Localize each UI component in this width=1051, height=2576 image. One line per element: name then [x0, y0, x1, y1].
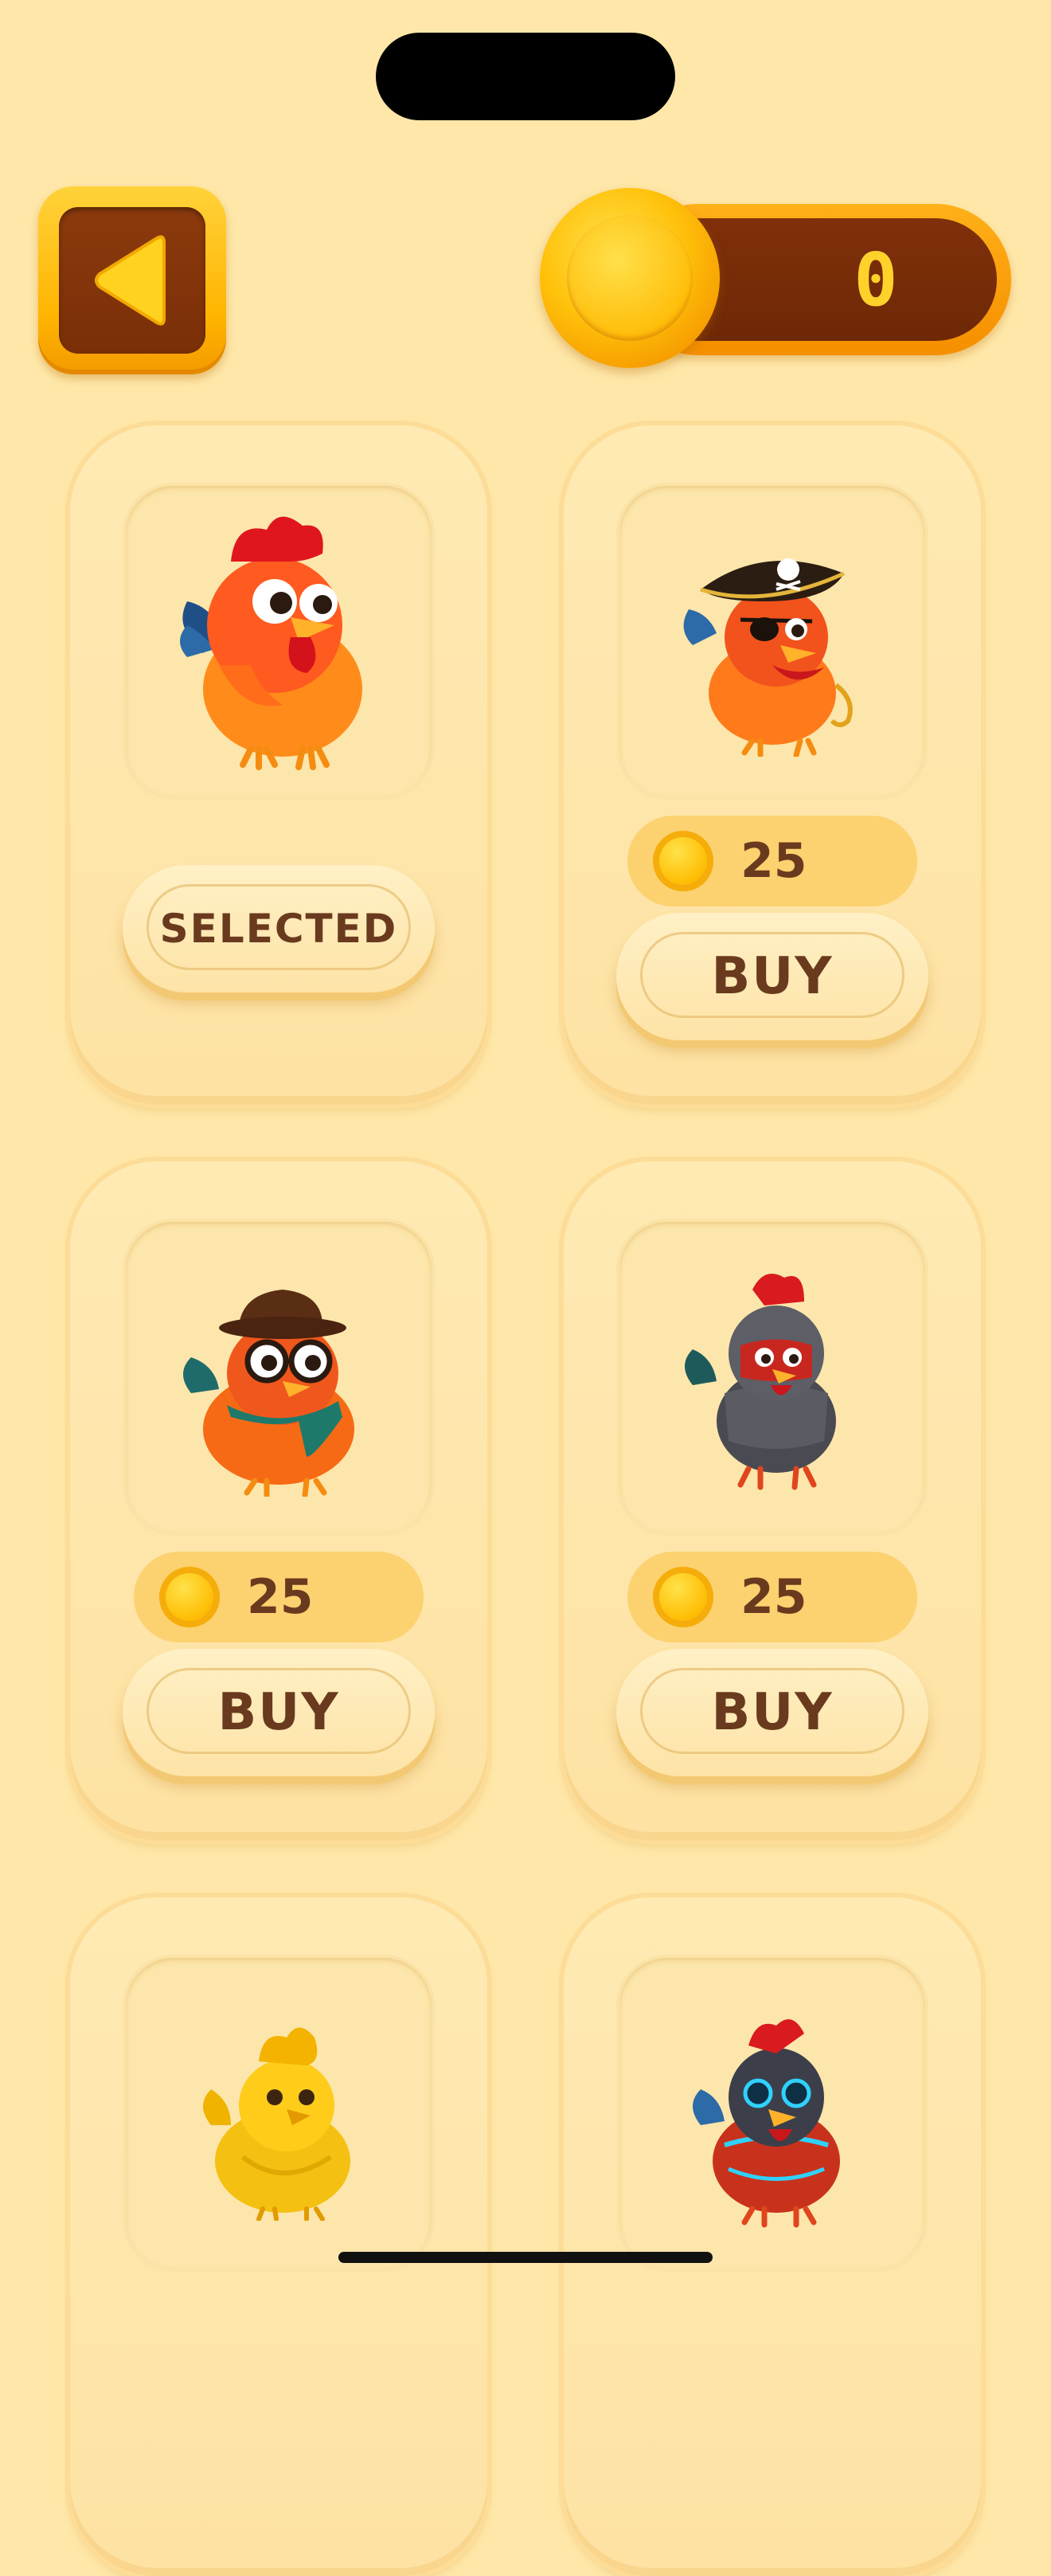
- coin-icon: [653, 1567, 713, 1627]
- chicken-portrait-frame: [126, 1958, 432, 2269]
- selected-button-label: SELECTED: [159, 906, 398, 952]
- robot-chicken-icon: [693, 2019, 840, 2228]
- shop-card-golden-chicken[interactable]: [70, 1897, 487, 2576]
- chicken-portrait-frame: [126, 1222, 432, 1533]
- knight-chicken-icon: [685, 1274, 836, 1490]
- home-indicator: [338, 2252, 713, 2263]
- price-tag: 25: [134, 1552, 424, 1642]
- pirate-chicken-icon: [683, 558, 853, 757]
- selected-button[interactable]: SELECTED: [123, 865, 435, 992]
- price-tag: 25: [627, 1552, 917, 1642]
- shop-card-professor-chicken[interactable]: 25 BUY: [70, 1161, 487, 1840]
- chicken-portrait-frame: [619, 1958, 925, 2269]
- coin-icon: [653, 831, 713, 891]
- buy-button-label: BUY: [711, 1683, 834, 1742]
- buy-button-label: BUY: [217, 1683, 340, 1742]
- coin-icon: [540, 188, 720, 368]
- chicken-portrait-frame: [619, 1222, 925, 1533]
- chicken-portrait-frame: [619, 486, 925, 797]
- back-button-face: [59, 207, 205, 354]
- price-tag: 25: [627, 816, 917, 906]
- buy-button[interactable]: BUY: [123, 1649, 435, 1776]
- coin-icon: [159, 1567, 220, 1627]
- back-triangle-icon: [95, 235, 166, 326]
- price-value: 25: [740, 1569, 807, 1625]
- price-value: 25: [247, 1569, 314, 1625]
- golden-chicken-icon: [203, 2027, 350, 2221]
- buy-button[interactable]: BUY: [616, 913, 928, 1040]
- dynamic-island: [376, 33, 675, 120]
- classic-chicken-icon: [180, 516, 362, 770]
- buy-button-label: BUY: [711, 947, 834, 1006]
- buy-button[interactable]: BUY: [616, 1649, 928, 1776]
- professor-chicken-icon: [183, 1290, 354, 1497]
- shop-card-robot-chicken[interactable]: [564, 1897, 981, 2576]
- back-button[interactable]: [38, 186, 226, 374]
- shop-card-knight-chicken[interactable]: 25 BUY: [564, 1161, 981, 1840]
- chicken-portrait-frame: [126, 486, 432, 797]
- shop-card-classic-chicken[interactable]: SELECTED: [70, 425, 487, 1104]
- price-value: 25: [740, 833, 807, 889]
- coin-balance-value: 0: [854, 237, 900, 323]
- shop-card-pirate-chicken[interactable]: 25 BUY: [564, 425, 981, 1104]
